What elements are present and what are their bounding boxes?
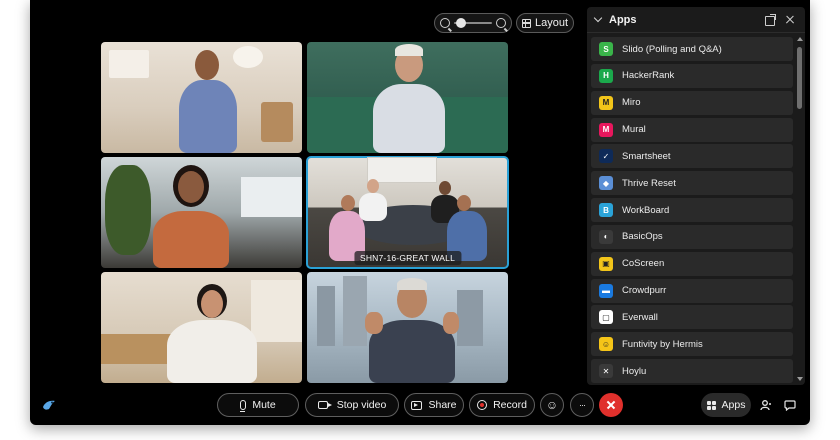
slido-icon: S xyxy=(599,42,613,56)
video-tile-3[interactable] xyxy=(101,157,302,268)
app-item-label: Funtivity by Hermis xyxy=(622,338,703,350)
close-icon[interactable] xyxy=(783,13,797,27)
coscreen-icon: ▣ xyxy=(599,256,613,271)
chat-bubble-icon xyxy=(784,400,796,411)
zoom-in-icon[interactable] xyxy=(496,18,506,28)
video-tile-2[interactable] xyxy=(307,42,508,153)
app-item-label: Crowdpurr xyxy=(622,285,667,297)
app-item-label: Mural xyxy=(622,124,646,136)
video-tile-1[interactable] xyxy=(101,42,302,153)
share-button[interactable]: Share xyxy=(404,393,464,417)
scroll-down-arrow-icon[interactable] xyxy=(797,377,803,381)
share-screen-icon xyxy=(411,400,423,410)
end-meeting-button[interactable] xyxy=(599,393,623,417)
app-item[interactable]: M Miro xyxy=(591,90,793,115)
app-item-label: Everwall xyxy=(622,311,658,323)
app-item-label: HackerRank xyxy=(622,70,675,82)
camera-icon xyxy=(317,401,332,409)
reactions-button[interactable]: ☺ xyxy=(540,393,564,417)
chat-button[interactable] xyxy=(778,393,802,417)
app-item[interactable]: ▬ Crowdpurr xyxy=(591,278,793,303)
app-item-label: BasicOps xyxy=(622,231,663,243)
apps-panel: Apps S Slido (Polling and Q&A) H HackerRank… xyxy=(587,7,805,385)
app-item-label: Hoylu xyxy=(622,365,647,377)
app-item[interactable]: ◐ BasicOps xyxy=(591,224,793,249)
video-tile-5[interactable] xyxy=(101,272,302,383)
crowdpurr-icon: ▬ xyxy=(599,283,613,298)
apps-list: S Slido (Polling and Q&A) H HackerRank M Miro… xyxy=(591,37,793,385)
app-item-label: WorkBoard xyxy=(622,204,670,216)
popout-icon[interactable] xyxy=(763,13,777,27)
smartsheet-icon: ✓ xyxy=(599,149,613,164)
app-item[interactable]: B WorkBoard xyxy=(591,198,793,223)
record-icon xyxy=(477,400,488,410)
app-item[interactable]: ▣ CoScreen xyxy=(591,251,793,276)
miro-icon: M xyxy=(599,95,613,110)
video-tile-6[interactable] xyxy=(307,272,508,383)
video-tile-4-active-speaker[interactable]: SHN7-16-GREAT WALL xyxy=(306,156,509,269)
app-item[interactable]: ☺ Funtivity by Hermis xyxy=(591,332,793,357)
mute-button[interactable]: Mute xyxy=(217,393,299,417)
participants-button[interactable] xyxy=(754,393,778,417)
participant-name-label: SHN7-16-GREAT WALL xyxy=(353,251,462,265)
apps-toggle-button[interactable]: Apps xyxy=(701,393,751,417)
app-item-label: Smartsheet xyxy=(622,150,671,162)
basicops-icon: ◐ xyxy=(599,229,613,244)
stop-video-button-label: Stop video xyxy=(336,399,387,411)
microphone-icon xyxy=(240,400,247,412)
app-item[interactable]: ✕ Hoylu xyxy=(591,359,793,384)
workboard-icon: B xyxy=(599,203,613,218)
app-item[interactable]: ◆ Thrive Reset xyxy=(591,171,793,196)
record-button-label: Record xyxy=(493,399,527,411)
meeting-window: Layout SHN7-16-GREAT WALL Apps S Slido (… xyxy=(30,0,810,425)
thrive-reset-icon: ◆ xyxy=(599,176,613,191)
grid-layout-icon xyxy=(521,18,531,28)
app-item[interactable]: S Slido (Polling and Q&A) xyxy=(591,37,793,61)
meeting-controls-bar: Mute Stop video Share Record ☺ ··· Apps xyxy=(30,392,810,420)
app-item-label: Miro xyxy=(622,97,641,109)
hackerrank-icon: H xyxy=(599,68,613,83)
app-item-label: Thrive Reset xyxy=(622,177,676,189)
participants-icon xyxy=(760,400,771,411)
apps-panel-header: Apps xyxy=(587,7,805,33)
record-button[interactable]: Record xyxy=(469,393,535,417)
layout-button[interactable]: Layout xyxy=(516,13,574,33)
mural-icon: M xyxy=(599,122,613,137)
app-item[interactable]: M Mural xyxy=(591,117,793,142)
apps-toggle-label: Apps xyxy=(721,399,746,411)
app-item[interactable]: ✓ Smartsheet xyxy=(591,144,793,169)
zoom-slider-handle[interactable] xyxy=(455,18,466,28)
app-item-label: Slido (Polling and Q&A) xyxy=(622,43,722,55)
scrollbar-thumb[interactable] xyxy=(797,47,802,109)
zoom-control[interactable] xyxy=(434,13,512,33)
apps-grid-icon xyxy=(706,400,716,410)
app-item[interactable]: ▢ Everwall xyxy=(591,305,793,330)
more-options-button[interactable]: ··· xyxy=(570,393,594,417)
zoom-slider[interactable] xyxy=(454,18,492,28)
hoylu-icon: ✕ xyxy=(599,364,613,379)
zoom-out-icon[interactable] xyxy=(440,18,450,28)
layout-button-label: Layout xyxy=(534,17,569,29)
app-item[interactable]: H HackerRank xyxy=(591,63,793,88)
smiley-icon: ☺ xyxy=(545,398,559,412)
everwall-icon: ▢ xyxy=(599,310,613,325)
stop-video-button[interactable]: Stop video xyxy=(305,393,399,417)
app-item-label: CoScreen xyxy=(622,258,665,270)
apps-panel-title: Apps xyxy=(609,13,637,26)
mute-button-label: Mute xyxy=(252,399,276,411)
more-options-icon: ··· xyxy=(579,400,586,410)
collapse-chevron-icon[interactable] xyxy=(593,13,603,23)
funtivity-icon: ☺ xyxy=(599,337,613,352)
share-button-label: Share xyxy=(428,399,457,411)
apps-list-scrollbar[interactable] xyxy=(797,37,803,381)
scroll-up-arrow-icon[interactable] xyxy=(797,37,803,41)
